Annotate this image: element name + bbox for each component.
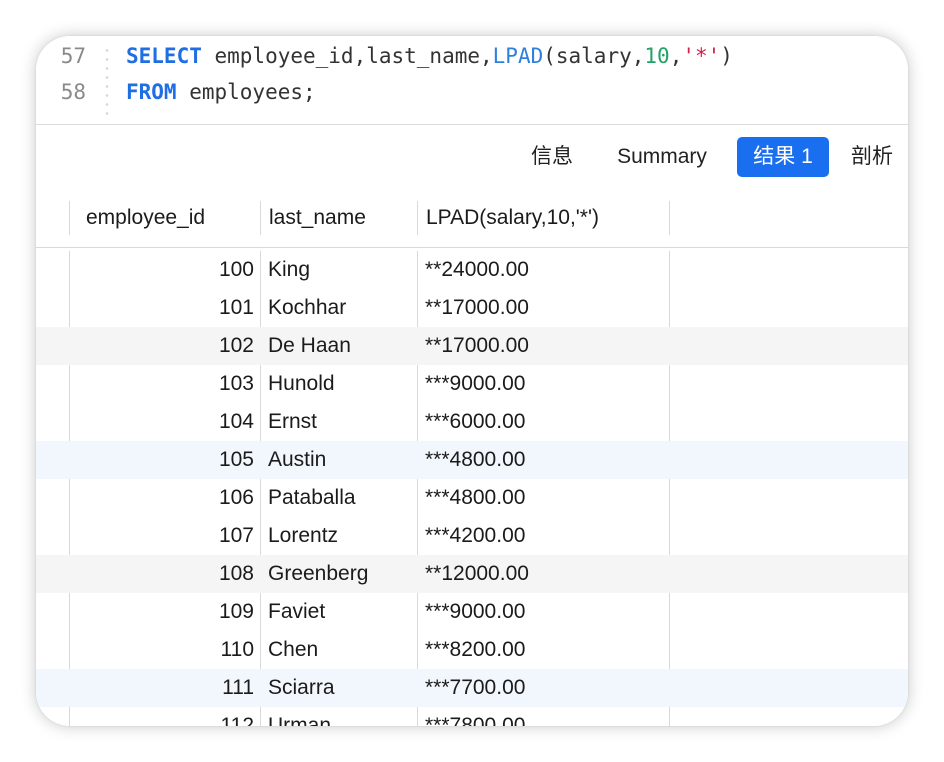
- tab-result-1[interactable]: 结果 1: [737, 137, 829, 177]
- table-row[interactable]: 111 Sciarra ***7700.00: [36, 669, 908, 707]
- code-token: (salary,: [543, 44, 645, 68]
- line-number: 58: [60, 80, 86, 104]
- line-number: 57: [60, 44, 86, 68]
- cell-last-name[interactable]: Lorentz: [268, 517, 416, 555]
- cell-lpad[interactable]: ***6000.00: [425, 403, 665, 441]
- code-token: ,: [669, 44, 683, 68]
- code-line[interactable]: 57 SELECT employee_id,last_name,LPAD(sal…: [36, 38, 908, 74]
- app-window: 57 SELECT employee_id,last_name,LPAD(sal…: [36, 36, 908, 726]
- code-token: SELECT: [126, 44, 202, 68]
- code-line[interactable]: 58 FROM employees;: [36, 74, 908, 110]
- cell-lpad[interactable]: **12000.00: [425, 555, 665, 593]
- cell-employee-id[interactable]: 110: [69, 631, 254, 669]
- table-row[interactable]: 106 Pataballa ***4800.00: [36, 479, 908, 517]
- cell-lpad[interactable]: **24000.00: [425, 251, 665, 289]
- column-header-employee-id[interactable]: employee_id: [69, 201, 260, 235]
- cell-employee-id[interactable]: 112: [69, 707, 254, 726]
- cell-last-name[interactable]: Urman: [268, 707, 416, 726]
- cell-employee-id[interactable]: 100: [69, 251, 254, 289]
- cell-last-name[interactable]: De Haan: [268, 327, 416, 365]
- cell-last-name[interactable]: Faviet: [268, 593, 416, 631]
- cell-employee-id[interactable]: 101: [69, 289, 254, 327]
- result-tab-bar: 信息 Summary 结果 1 剖析: [36, 124, 908, 194]
- cell-last-name[interactable]: King: [268, 251, 416, 289]
- cell-lpad[interactable]: ***4800.00: [425, 479, 665, 517]
- tab-info[interactable]: 信息: [522, 137, 582, 177]
- cell-employee-id[interactable]: 111: [69, 669, 254, 707]
- cell-lpad[interactable]: ***4200.00: [425, 517, 665, 555]
- table-row[interactable]: 109 Faviet ***9000.00: [36, 593, 908, 631]
- column-header-last-name[interactable]: last_name: [260, 201, 417, 235]
- code-token: 10: [644, 44, 670, 68]
- cell-lpad[interactable]: ***9000.00: [425, 365, 665, 403]
- cell-lpad[interactable]: **17000.00: [425, 327, 665, 365]
- cell-lpad[interactable]: ***8200.00: [425, 631, 665, 669]
- tab-profile[interactable]: 剖析: [846, 137, 898, 177]
- cell-employee-id[interactable]: 103: [69, 365, 254, 403]
- cell-employee-id[interactable]: 104: [69, 403, 254, 441]
- cell-lpad[interactable]: ***7700.00: [425, 669, 665, 707]
- cell-employee-id[interactable]: 102: [69, 327, 254, 365]
- cell-last-name[interactable]: Sciarra: [268, 669, 416, 707]
- grid-header: employee_id last_name LPAD(salary,10,'*'…: [36, 193, 908, 248]
- cell-employee-id[interactable]: 105: [69, 441, 254, 479]
- code-token: LPAD: [492, 44, 544, 68]
- table-row[interactable]: 100 King **24000.00: [36, 251, 908, 289]
- code-token: ): [720, 44, 733, 68]
- table-row[interactable]: 102 De Haan **17000.00: [36, 327, 908, 365]
- cell-employee-id[interactable]: 107: [69, 517, 254, 555]
- cell-last-name[interactable]: Ernst: [268, 403, 416, 441]
- cell-lpad[interactable]: **17000.00: [425, 289, 665, 327]
- table-row[interactable]: 103 Hunold ***9000.00: [36, 365, 908, 403]
- cell-last-name[interactable]: Austin: [268, 441, 416, 479]
- code-text[interactable]: FROM employees;: [126, 80, 316, 104]
- column-header-lpad[interactable]: LPAD(salary,10,'*'): [417, 201, 670, 235]
- cell-last-name[interactable]: Kochhar: [268, 289, 416, 327]
- cell-employee-id[interactable]: 106: [69, 479, 254, 517]
- cell-last-name[interactable]: Chen: [268, 631, 416, 669]
- cell-last-name[interactable]: Hunold: [268, 365, 416, 403]
- table-row[interactable]: 110 Chen ***8200.00: [36, 631, 908, 669]
- table-row[interactable]: 107 Lorentz ***4200.00: [36, 517, 908, 555]
- cell-employee-id[interactable]: 109: [69, 593, 254, 631]
- cell-last-name[interactable]: Pataballa: [268, 479, 416, 517]
- table-row[interactable]: 108 Greenberg **12000.00: [36, 555, 908, 593]
- code-token: employees;: [176, 80, 316, 104]
- table-row[interactable]: 101 Kochhar **17000.00: [36, 289, 908, 327]
- table-row[interactable]: 105 Austin ***4800.00: [36, 441, 908, 479]
- code-text[interactable]: SELECT employee_id,last_name,LPAD(salary…: [126, 44, 733, 68]
- code-token: employee_id,last_name,: [201, 44, 493, 68]
- code-token: FROM: [126, 80, 177, 104]
- result-grid[interactable]: employee_id last_name LPAD(salary,10,'*'…: [36, 193, 908, 726]
- table-row[interactable]: 112 Urman ***7800.00: [36, 707, 908, 726]
- cell-lpad[interactable]: ***9000.00: [425, 593, 665, 631]
- cell-employee-id[interactable]: 108: [69, 555, 254, 593]
- cell-lpad[interactable]: ***7800.00: [425, 707, 665, 726]
- cell-lpad[interactable]: ***4800.00: [425, 441, 665, 479]
- sql-editor[interactable]: 57 SELECT employee_id,last_name,LPAD(sal…: [36, 36, 908, 124]
- cell-last-name[interactable]: Greenberg: [268, 555, 416, 593]
- grid-rows: 100 King **24000.00 101 Kochhar **17000.00 102…: [36, 251, 908, 726]
- code-token: '*': [682, 44, 721, 68]
- table-row[interactable]: 104 Ernst ***6000.00: [36, 403, 908, 441]
- tab-summary[interactable]: Summary: [610, 137, 714, 177]
